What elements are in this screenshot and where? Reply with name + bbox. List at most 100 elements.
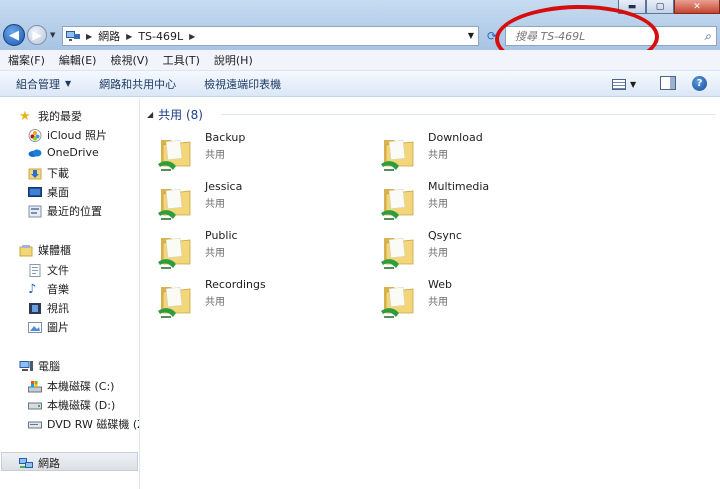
sidebar-item-label: 音樂 bbox=[47, 283, 69, 296]
folder-type: 共用 bbox=[428, 199, 448, 210]
folder-type: 共用 bbox=[428, 150, 448, 161]
folder-type: 共用 bbox=[205, 150, 225, 161]
shared-folder-icon bbox=[158, 188, 191, 220]
music-note-icon: ♪ bbox=[28, 281, 37, 297]
folder-item[interactable]: Backup 共用 bbox=[143, 128, 343, 172]
sidebar-item-label: 下載 bbox=[47, 167, 69, 180]
sidebar-item-label: 文件 bbox=[47, 264, 69, 277]
breadcrumb-separator: ▶ bbox=[86, 31, 93, 41]
sidebar-network[interactable]: 網路 bbox=[19, 455, 60, 471]
folder-item[interactable]: Web 共用 bbox=[366, 275, 566, 319]
pictures-icon bbox=[28, 321, 42, 333]
organize-label: 組合管理 bbox=[16, 77, 60, 91]
group-divider bbox=[221, 114, 716, 115]
folder-name: Download bbox=[428, 131, 483, 144]
navigation-pane: ★ 我的最愛 iCloud 照片 OneDrive 下載 桌面 最近的位置 媒體… bbox=[0, 98, 140, 489]
menu-help[interactable]: 說明(H) bbox=[214, 52, 253, 68]
sidebar-item-drive-d[interactable]: 本機磁碟 (D:) bbox=[28, 397, 115, 413]
libraries-icon bbox=[19, 244, 33, 256]
preview-pane-button[interactable] bbox=[660, 76, 676, 90]
sidebar-item-icloud[interactable]: iCloud 照片 bbox=[28, 127, 107, 143]
window-controls: ▬ ▢ ✕ bbox=[618, 0, 720, 14]
arrow-left-icon: ◀ bbox=[9, 27, 19, 43]
folder-type: 共用 bbox=[205, 297, 225, 308]
view-printers-label: 檢視遠端印表機 bbox=[204, 77, 282, 91]
shared-folder-icon bbox=[158, 286, 191, 318]
sidebar-computer-label: 電腦 bbox=[38, 360, 60, 373]
folder-name: Public bbox=[205, 229, 238, 242]
shared-folder-icon bbox=[158, 139, 191, 171]
folder-item[interactable]: Download 共用 bbox=[366, 128, 566, 172]
close-icon: ✕ bbox=[693, 1, 701, 12]
search-box[interactable]: ⌕ bbox=[505, 26, 717, 46]
search-icon[interactable]: ⌕ bbox=[704, 29, 711, 44]
folder-name: Qsync bbox=[428, 229, 462, 242]
forward-button[interactable]: ▶ bbox=[27, 25, 47, 45]
menu-tools[interactable]: 工具(T) bbox=[163, 52, 200, 68]
sidebar-item-label: 桌面 bbox=[47, 186, 69, 199]
search-input[interactable] bbox=[515, 29, 695, 43]
breadcrumb: 網路 ▶ TS-469L ▶ bbox=[98, 28, 195, 44]
folder-type: 共用 bbox=[205, 199, 225, 210]
folder-name: Multimedia bbox=[428, 180, 490, 193]
video-film-icon bbox=[29, 302, 41, 314]
sidebar-computer[interactable]: 電腦 bbox=[19, 358, 60, 374]
back-button[interactable]: ◀ bbox=[3, 24, 25, 46]
refresh-button[interactable]: ⟳ bbox=[482, 27, 502, 45]
breadcrumb-separator[interactable]: ▶ bbox=[189, 32, 195, 41]
sidebar-network-label: 網路 bbox=[38, 457, 60, 470]
organize-button[interactable]: 組合管理 ▼ bbox=[0, 76, 81, 92]
folder-item[interactable]: Public 共用 bbox=[143, 226, 343, 270]
change-view-button[interactable]: ▼ bbox=[612, 76, 644, 92]
collapse-triangle-icon[interactable]: ◢ bbox=[147, 110, 153, 119]
chevron-down-icon: ▼ bbox=[50, 31, 56, 39]
refresh-icon: ⟳ bbox=[486, 29, 498, 43]
breadcrumb-separator[interactable]: ▶ bbox=[126, 32, 132, 41]
sidebar-item-recent[interactable]: 最近的位置 bbox=[28, 203, 102, 219]
sidebar-item-music[interactable]: ♪ 音樂 bbox=[28, 281, 69, 297]
sidebar-favorites-label: 我的最愛 bbox=[38, 110, 82, 123]
sidebar-item-onedrive[interactable]: OneDrive bbox=[28, 146, 99, 159]
recent-pages-dropdown[interactable]: ▼ bbox=[50, 31, 55, 39]
sidebar-item-label: 最近的位置 bbox=[47, 205, 102, 218]
folder-item[interactable]: Recordings 共用 bbox=[143, 275, 343, 319]
sidebar-item-label: OneDrive bbox=[47, 146, 99, 159]
sidebar-item-dvd[interactable]: DVD RW 磁碟機 (Z:) bbox=[28, 416, 139, 432]
address-bar[interactable]: ▶ 網路 ▶ TS-469L ▶ ▼ bbox=[62, 26, 479, 46]
sidebar-item-pictures[interactable]: 圖片 bbox=[28, 319, 69, 335]
view-printers-button[interactable]: 檢視遠端印表機 bbox=[194, 76, 291, 92]
folder-item[interactable]: Jessica 共用 bbox=[143, 177, 343, 221]
sidebar-item-label: iCloud 照片 bbox=[47, 129, 107, 142]
sidebar-item-videos[interactable]: 視訊 bbox=[28, 300, 69, 316]
minimize-button[interactable]: ▬ bbox=[618, 0, 646, 14]
folder-item[interactable]: Qsync 共用 bbox=[366, 226, 566, 270]
menu-view[interactable]: 檢視(V) bbox=[110, 52, 148, 68]
help-button[interactable]: ? bbox=[692, 76, 707, 91]
onedrive-icon bbox=[28, 149, 42, 157]
breadcrumb-network[interactable]: 網路 bbox=[98, 28, 120, 44]
sidebar-item-drive-c[interactable]: 本機磁碟 (C:) bbox=[28, 378, 114, 394]
network-center-button[interactable]: 網路和共用中心 bbox=[89, 76, 186, 92]
breadcrumb-ts469l[interactable]: TS-469L bbox=[138, 30, 183, 43]
sidebar-item-documents[interactable]: 文件 bbox=[28, 262, 69, 278]
folder-name: Jessica bbox=[205, 180, 243, 193]
chevron-down-icon: ▼ bbox=[65, 79, 72, 88]
icloud-photos-icon bbox=[28, 128, 42, 142]
folder-item[interactable]: Multimedia 共用 bbox=[366, 177, 566, 221]
sidebar-libraries[interactable]: 媒體櫃 bbox=[19, 242, 71, 258]
menu-file[interactable]: 檔案(F) bbox=[8, 52, 45, 68]
maximize-button[interactable]: ▢ bbox=[646, 0, 674, 14]
sidebar-item-label: DVD RW 磁碟機 (Z:) bbox=[47, 418, 139, 431]
recent-places-icon bbox=[28, 205, 42, 217]
sidebar-favorites[interactable]: ★ 我的最愛 bbox=[19, 108, 82, 124]
menu-edit[interactable]: 編輯(E) bbox=[59, 52, 97, 68]
close-button[interactable]: ✕ bbox=[674, 0, 720, 14]
arrow-right-icon: ▶ bbox=[32, 28, 42, 42]
sidebar-item-downloads[interactable]: 下載 bbox=[28, 165, 69, 181]
sidebar-item-desktop[interactable]: 桌面 bbox=[28, 184, 69, 200]
view-options-icon bbox=[612, 78, 626, 90]
address-dropdown[interactable]: ▼ bbox=[468, 31, 474, 40]
group-header-shares[interactable]: ◢ 共用 (8) bbox=[147, 106, 203, 123]
sidebar-libraries-label: 媒體櫃 bbox=[38, 244, 71, 257]
sidebar-item-label: 本機磁碟 (D:) bbox=[47, 399, 116, 412]
